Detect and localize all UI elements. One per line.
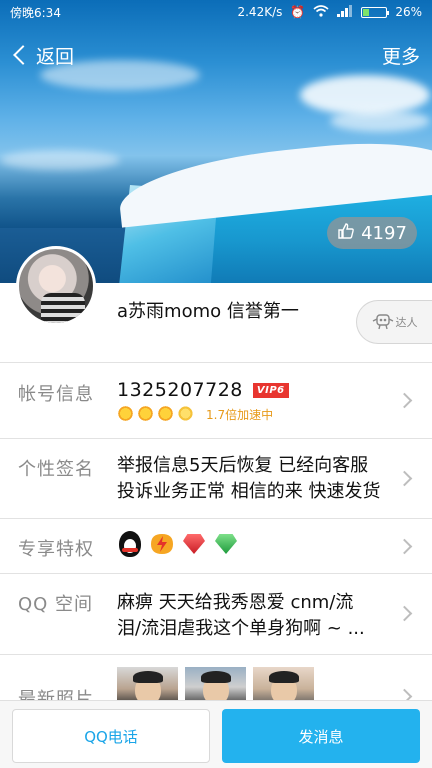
signal-icon (337, 4, 353, 20)
qzone-row[interactable]: QQ 空间 麻痹 天天给我秀恩爱 cnm/流 泪/流泪虐我这个单身狗啊 ~ ..… (0, 574, 432, 654)
back-label: 返回 (36, 45, 75, 68)
chevron-right-icon (396, 470, 413, 487)
qq-penguin-icon (117, 531, 143, 557)
send-message-button[interactable]: 发消息 (222, 709, 420, 763)
chevron-right-icon (396, 392, 413, 409)
status-right: 2.42K/s ⏰ 26% (237, 4, 422, 20)
account-number: 1325207728 (117, 379, 243, 401)
talent-label: 达人 (395, 316, 418, 329)
wifi-icon (313, 4, 329, 20)
cloud (300, 75, 430, 115)
network-speed: 2.42K/s (237, 5, 283, 19)
thumbs-up-icon (337, 222, 355, 245)
privilege-icons (117, 531, 239, 557)
back-button[interactable]: 返回 (12, 42, 74, 69)
sun-icon (157, 405, 174, 422)
battery-fill (363, 8, 370, 16)
qzone-line-2: 泪/流泪虐我这个单身狗啊 ~ ... (117, 618, 365, 639)
qq-level-icons (117, 405, 194, 422)
account-number-line: 1325207728 VIP6 (117, 379, 289, 401)
talent-badge[interactable]: 达人 (356, 300, 432, 344)
lightning-icon (149, 531, 175, 557)
green-diamond-icon (213, 531, 239, 557)
sun-icon (137, 405, 154, 422)
signature-label: 个性签名 (18, 459, 94, 480)
robot-icon (372, 311, 394, 334)
privileges-label: 专享特权 (18, 539, 94, 560)
signature-text: 举报信息5天后恢复 已经向客服 投诉业务正常 相信的来 快速发货 (117, 453, 380, 505)
speed-text: 1.7倍加速中 (206, 408, 274, 422)
nickname: a苏雨momo 信誉第一 (117, 301, 299, 322)
qzone-line-1: 麻痹 天天给我秀恩爱 cnm/流 (117, 592, 354, 613)
battery-percent: 26% (395, 5, 422, 19)
qq-call-button[interactable]: QQ电话 (12, 709, 210, 763)
avatar-shirt (41, 293, 85, 323)
vip-badge: VIP6 (252, 383, 289, 398)
like-count: 4197 (361, 222, 407, 244)
cloud (330, 110, 430, 132)
signature-line-1: 举报信息5天后恢复 已经向客服 (117, 455, 369, 476)
signature-line-2: 投诉业务正常 相信的来 快速发货 (117, 481, 381, 502)
signature-row[interactable]: 个性签名 举报信息5天后恢复 已经向客服 投诉业务正常 相信的来 快速发货 (0, 439, 432, 518)
bottom-action-bar: QQ电话 发消息 (0, 700, 432, 768)
status-bar: 傍晚6:34 2.42K/s ⏰ 26% (0, 0, 432, 24)
nav-bar: 返回 更多 (0, 36, 432, 74)
sun-icon (117, 405, 134, 422)
chevron-right-icon (396, 605, 413, 622)
sun-icon (177, 405, 194, 422)
red-diamond-icon (181, 531, 207, 557)
status-time: 傍晚6:34 (10, 5, 61, 20)
account-row[interactable]: 帐号信息 1325207728 VIP6 (0, 363, 432, 438)
battery-icon (361, 6, 390, 18)
chevron-right-icon (396, 538, 413, 555)
cloud (0, 150, 120, 170)
avatar[interactable] (16, 246, 96, 326)
more-button[interactable]: 更多 (382, 42, 420, 69)
qzone-label: QQ 空间 (18, 594, 94, 615)
alarm-icon: ⏰ (290, 5, 306, 19)
chevron-left-icon (13, 45, 33, 65)
like-button[interactable]: 4197 (327, 217, 417, 249)
account-label: 帐号信息 (18, 384, 94, 405)
qzone-text: 麻痹 天天给我秀恩爱 cnm/流 泪/流泪虐我这个单身狗啊 ~ ... (117, 590, 365, 642)
